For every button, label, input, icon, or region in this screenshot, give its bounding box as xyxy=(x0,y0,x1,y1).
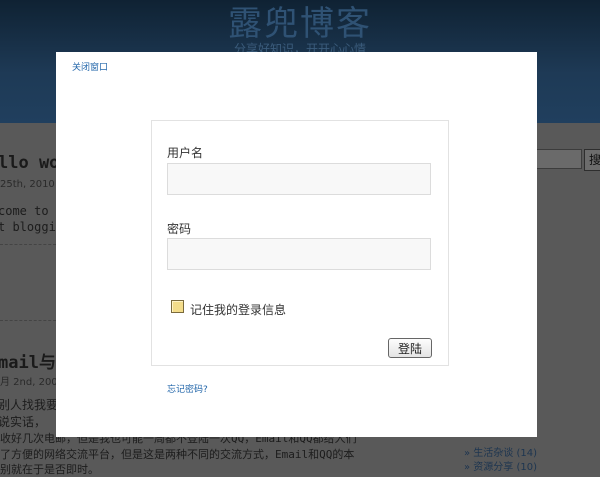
sidebar-category-link[interactable]: » 资源分享 (10) xyxy=(464,458,537,473)
username-label: 用户名 xyxy=(167,146,204,160)
site-title: 露兜博客 xyxy=(228,4,372,44)
post-divider xyxy=(0,244,56,245)
post-excerpt-line: 说实话， xyxy=(0,415,47,429)
sidebar-category-link[interactable]: » 生活杂谈 (14) xyxy=(464,444,537,459)
post-excerpt-line: come to xyxy=(0,204,49,218)
close-window-link[interactable]: 关闭窗口 xyxy=(72,60,108,73)
login-button[interactable]: 登陆 xyxy=(388,338,432,358)
login-modal: 关闭窗口 用户名 密码 记住我的登录信息 登陆 忘记密码? xyxy=(56,52,537,437)
post-date: 25th, 2010 xyxy=(0,179,55,190)
post-divider xyxy=(0,320,56,321)
username-input[interactable] xyxy=(167,163,431,195)
password-label: 密码 xyxy=(167,222,192,236)
password-input[interactable] xyxy=(167,238,431,270)
search-input[interactable] xyxy=(536,149,582,169)
login-form: 用户名 密码 记住我的登录信息 登陆 xyxy=(151,120,449,366)
post-excerpt-line: 别就在于是否即时。 xyxy=(0,463,99,476)
post-excerpt-line: 别人找我要 xyxy=(0,398,59,412)
post-excerpt-line: 了方便的网络交流平台，但是这是两种不同的交流方式，Email和QQ的本 xyxy=(0,448,355,461)
search-button[interactable]: 搜 xyxy=(584,149,600,171)
remember-me-checkbox[interactable] xyxy=(171,300,184,313)
forgot-password-link[interactable]: 忘记密码? xyxy=(167,382,208,395)
post-date: 月 2nd, 2009 xyxy=(0,377,65,388)
remember-me-label[interactable]: 记住我的登录信息 xyxy=(190,301,286,318)
